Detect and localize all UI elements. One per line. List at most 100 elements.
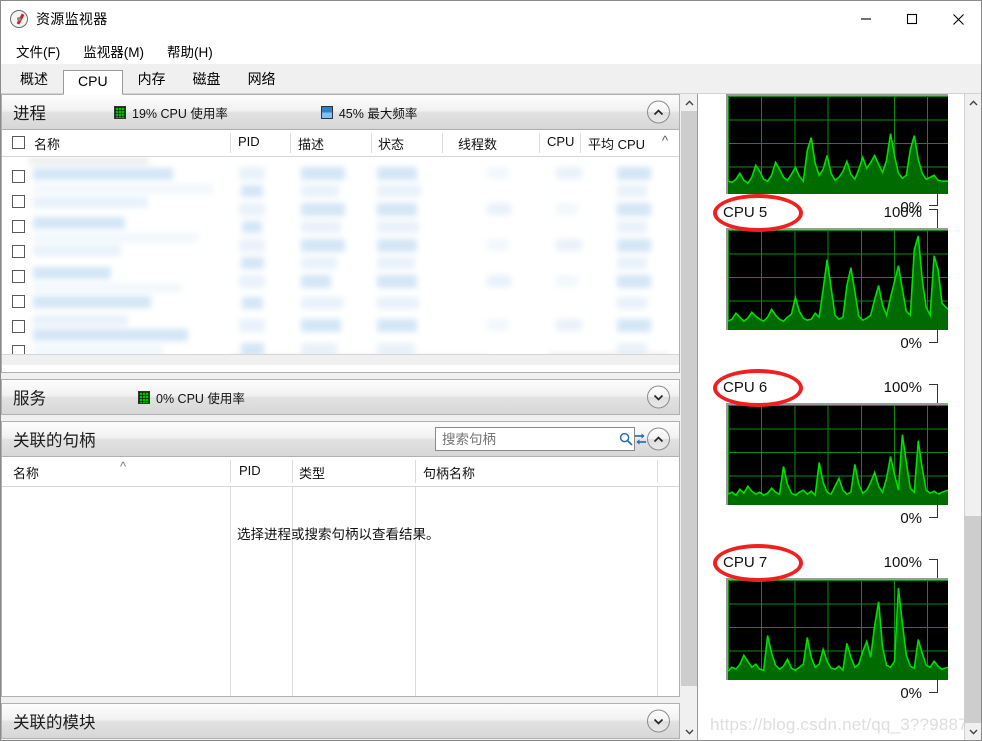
row-checkbox[interactable] <box>12 270 25 283</box>
col-avg-cpu[interactable]: 平均 CPU <box>588 134 645 153</box>
watermark-text: https://blog.csdn.net/qq_3??9887 <box>710 715 964 734</box>
scroll-down-arrow-icon[interactable] <box>965 723 981 740</box>
resource-monitor-icon <box>10 10 28 28</box>
modules-title: 关联的模块 <box>13 714 96 732</box>
chevron-down-icon <box>653 718 664 725</box>
handle-col-name[interactable]: 名称 <box>13 463 39 482</box>
services-title: 服务 <box>13 390 46 408</box>
cpu-graphs-area: 0% CPU 5 100% 0% CPU 6 100% 0% CPU 7 100… <box>698 94 964 740</box>
row-checkbox[interactable] <box>12 195 25 208</box>
col-cpu[interactable]: CPU <box>547 134 574 149</box>
handles-collapse-button[interactable] <box>647 427 670 451</box>
modules-expand-button[interactable] <box>647 709 670 733</box>
col-pid[interactable]: PID <box>238 134 260 149</box>
row-checkbox[interactable] <box>12 170 25 183</box>
cpu-6-plot <box>728 434 948 505</box>
handles-empty-message: 选择进程或搜索句柄以查看结果。 <box>237 527 440 542</box>
scroll-up-arrow-icon[interactable] <box>681 94 697 111</box>
menu-help[interactable]: 帮助(H) <box>162 39 222 63</box>
search-input[interactable] <box>436 431 619 447</box>
processes-panel: 名称 PID 描述 状态 线程数 CPU 平均 CPU ^ <box>1 130 680 373</box>
cpu-6-label: CPU 6 <box>723 379 768 396</box>
chevron-down-icon <box>653 394 664 401</box>
chevron-up-icon <box>653 108 664 115</box>
left-panel-column: 进程 19% CPU 使用率 45% 最大频率 名称 PID 描述 状态 线程数… <box>1 94 680 740</box>
col-name[interactable]: 名称 <box>34 134 60 153</box>
left-scroll-track[interactable] <box>681 111 697 723</box>
cpu-7-label: CPU 7 <box>723 554 768 571</box>
handles-grid-lines <box>2 487 679 696</box>
blue-swatch-icon <box>320 105 333 119</box>
window-title: 资源监视器 <box>36 11 108 27</box>
caret-up-icon: ^ <box>120 459 127 474</box>
left-scroll-thumb[interactable] <box>681 111 697 686</box>
handles-column-header: 名称 ^ PID 类型 句柄名称 <box>2 457 679 487</box>
cpu-7-block: CPU 7 100% 0% <box>698 547 964 727</box>
modules-section-header[interactable]: 关联的模块 <box>1 703 680 739</box>
tab-disk[interactable]: 磁盘 <box>181 66 233 94</box>
cpu-6-block: CPU 6 100% 0% <box>698 372 964 547</box>
cpu-graphs-scrollbar[interactable] <box>964 94 981 740</box>
services-cpu-metric-label: 0% CPU 使用率 <box>156 391 245 406</box>
cpu-graphs-column: 0% CPU 5 100% 0% CPU 6 100% 0% CPU 7 100… <box>697 94 981 740</box>
menu-monitor[interactable]: 监视器(M) <box>78 39 153 63</box>
services-section-header[interactable]: 服务 0% CPU 使用率 <box>1 379 680 415</box>
processes-cpu-metric-label: 19% CPU 使用率 <box>132 106 228 121</box>
chevron-up-icon <box>653 435 664 442</box>
tab-memory[interactable]: 内存 <box>126 66 178 94</box>
processes-collapse-button[interactable] <box>647 100 670 124</box>
left-panel-scrollbar[interactable] <box>680 94 697 740</box>
handle-search-box[interactable] <box>435 427 646 451</box>
col-status[interactable]: 状态 <box>378 134 404 153</box>
tab-cpu[interactable]: CPU <box>63 70 123 95</box>
title-bar: 资源监视器 <box>1 0 981 38</box>
processes-column-header: 名称 PID 描述 状态 线程数 CPU 平均 CPU ^ <box>2 130 679 157</box>
right-scroll-thumb[interactable] <box>965 516 981 723</box>
cpu-6-bracket-bottom <box>929 494 938 518</box>
select-all-checkbox[interactable] <box>12 136 25 149</box>
col-description[interactable]: 描述 <box>298 134 324 153</box>
green-swatch-icon <box>138 390 150 404</box>
processes-horizontal-scrollbar[interactable] <box>2 354 679 365</box>
row-checkbox[interactable] <box>12 295 25 308</box>
window-controls <box>843 0 981 38</box>
tab-overview[interactable]: 概述 <box>8 66 60 94</box>
handles-list[interactable]: 选择进程或搜索句柄以查看结果。 <box>2 487 679 696</box>
services-cpu-metric: 0% CPU 使用率 <box>138 388 245 407</box>
close-button[interactable] <box>935 0 981 38</box>
cpu-5-axis-0: 0% <box>900 335 922 352</box>
row-checkbox[interactable] <box>12 320 25 333</box>
maximize-button[interactable] <box>889 0 935 38</box>
processes-list[interactable] <box>2 157 679 365</box>
row-checkbox[interactable] <box>12 245 25 258</box>
cpu-4-graph <box>726 94 948 194</box>
scroll-up-arrow-icon[interactable] <box>965 94 981 111</box>
redacted-process-data <box>29 157 669 365</box>
cpu-5-axis-100: 100% <box>883 204 922 221</box>
handles-section-header[interactable]: 关联的句柄 <box>1 421 680 457</box>
processes-freq-metric-label: 45% 最大频率 <box>338 106 418 121</box>
handles-panel: 名称 ^ PID 类型 句柄名称 选择进程或搜索句柄以查看结果。 <box>1 457 680 697</box>
cpu-7-graph <box>726 578 948 680</box>
menu-file[interactable]: 文件(F) <box>11 39 69 63</box>
cpu-5-bracket-bottom <box>929 319 938 343</box>
cpu-7-axis-0: 0% <box>900 685 922 702</box>
handles-title: 关联的句柄 <box>13 432 96 450</box>
cpu-5-plot <box>728 235 948 330</box>
right-scroll-track[interactable] <box>965 111 981 723</box>
search-icon[interactable] <box>619 432 633 446</box>
tab-network[interactable]: 网络 <box>236 66 288 94</box>
minimize-button[interactable] <box>843 0 889 38</box>
handle-col-handle-name[interactable]: 句柄名称 <box>423 463 475 482</box>
handle-col-type[interactable]: 类型 <box>299 463 325 482</box>
processes-section-header[interactable]: 进程 19% CPU 使用率 45% 最大频率 <box>1 94 680 130</box>
content-area: 进程 19% CPU 使用率 45% 最大频率 名称 PID 描述 状态 线程数… <box>1 94 981 740</box>
resource-monitor-window: 资源监视器 文件(F) 监视器(M) 帮助(H) 概述 CPU 内存 磁盘 网络 <box>0 0 982 741</box>
col-threads[interactable]: 线程数 <box>458 134 497 153</box>
refresh-icon[interactable] <box>633 432 648 446</box>
scroll-down-arrow-icon[interactable] <box>681 723 697 740</box>
handle-col-pid[interactable]: PID <box>239 463 261 478</box>
menu-bar: 文件(F) 监视器(M) 帮助(H) <box>1 38 981 64</box>
row-checkbox[interactable] <box>12 220 25 233</box>
services-expand-button[interactable] <box>647 385 670 409</box>
